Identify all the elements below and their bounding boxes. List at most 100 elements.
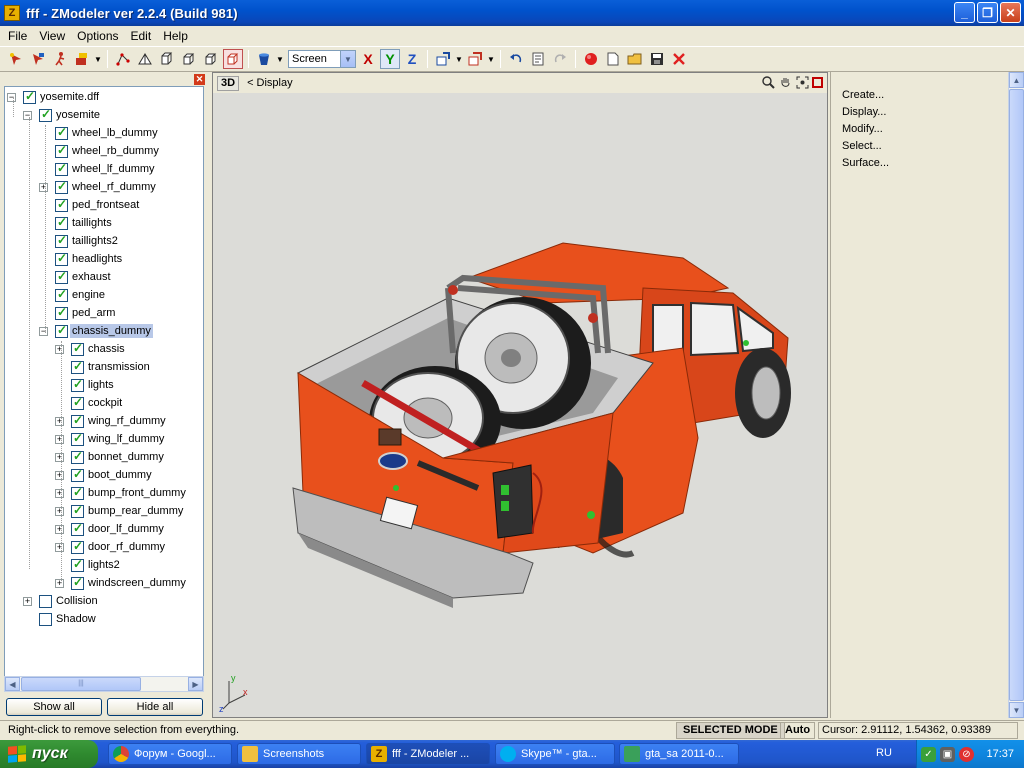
expand-icon[interactable]: + <box>55 453 64 462</box>
menu-help[interactable]: Help <box>157 29 194 43</box>
visibility-checkbox[interactable] <box>55 233 68 248</box>
hide-all-button[interactable]: Hide all <box>107 698 203 716</box>
task-chrome[interactable]: Форум - Googl... <box>108 743 232 765</box>
visibility-checkbox[interactable] <box>55 125 68 140</box>
axis-x-toggle[interactable]: X <box>358 49 378 69</box>
visibility-checkbox[interactable] <box>23 89 36 104</box>
scroll-right-icon[interactable]: ▶ <box>188 677 203 691</box>
export-icon[interactable] <box>465 49 485 69</box>
tree-node[interactable]: + bump_rear_dummy <box>5 503 203 521</box>
open-folder-icon[interactable] <box>625 49 645 69</box>
tree-node[interactable]: + door_lf_dummy <box>5 521 203 539</box>
menu-edit[interactable]: Edit <box>125 29 158 43</box>
chevron-down-icon[interactable]: ▼ <box>455 49 463 69</box>
tree-node[interactable]: wheel_lb_dummy <box>5 125 203 143</box>
visibility-checkbox[interactable] <box>71 395 84 410</box>
visibility-checkbox[interactable] <box>55 323 68 338</box>
visibility-checkbox[interactable] <box>71 341 84 356</box>
cmd-display[interactable]: Display... <box>842 106 886 118</box>
visibility-checkbox[interactable] <box>55 287 68 302</box>
tree-node[interactable]: + wing_rf_dummy <box>5 413 203 431</box>
pan-hand-icon[interactable] <box>778 75 793 90</box>
cmd-modify[interactable]: Modify... <box>842 123 883 135</box>
expand-icon[interactable]: + <box>55 579 64 588</box>
scroll-left-icon[interactable]: ◀ <box>5 677 20 691</box>
import-icon[interactable] <box>433 49 453 69</box>
scrollbar-thumb[interactable] <box>1009 89 1024 701</box>
tree-node[interactable]: + wheel_rf_dummy <box>5 179 203 197</box>
expand-icon[interactable]: + <box>55 435 64 444</box>
start-button[interactable]: пуск <box>0 740 98 768</box>
visibility-checkbox[interactable] <box>55 251 68 266</box>
new-file-icon[interactable] <box>603 49 623 69</box>
visibility-checkbox[interactable] <box>55 143 68 158</box>
task-gta-image[interactable]: gta_sa 2011-0... <box>619 743 739 765</box>
expand-icon[interactable]: + <box>23 597 32 606</box>
visibility-checkbox[interactable] <box>39 107 52 122</box>
maximize-button[interactable]: ❐ <box>977 2 998 23</box>
cmd-surface[interactable]: Surface... <box>842 157 889 169</box>
collapse-icon[interactable]: − <box>39 327 48 336</box>
paint-icon[interactable] <box>72 49 92 69</box>
visibility-checkbox[interactable] <box>71 449 84 464</box>
tree-node[interactable]: lights2 <box>5 557 203 575</box>
visibility-checkbox[interactable] <box>71 377 84 392</box>
coord-system-select[interactable]: Screen ▼ <box>288 50 356 68</box>
tree-node[interactable]: engine <box>5 287 203 305</box>
language-indicator[interactable]: RU <box>876 747 892 759</box>
antivirus-icon[interactable]: ✓ <box>921 746 936 762</box>
visibility-checkbox[interactable] <box>71 431 84 446</box>
tree-node[interactable]: + windscreen_dummy <box>5 575 203 593</box>
show-all-button[interactable]: Show all <box>6 698 102 716</box>
chevron-down-icon[interactable]: ▼ <box>340 51 355 67</box>
visibility-checkbox[interactable] <box>71 503 84 518</box>
expand-icon[interactable]: + <box>55 417 64 426</box>
select-face-icon[interactable] <box>28 49 48 69</box>
chevron-down-icon[interactable]: ▼ <box>487 49 495 69</box>
object-mode-icon[interactable] <box>157 49 177 69</box>
maximize-viewport-icon[interactable] <box>812 77 823 88</box>
selected-mode-indicator[interactable]: SELECTED MODE <box>676 722 785 739</box>
visibility-checkbox[interactable] <box>71 485 84 500</box>
tree-node[interactable]: + wing_lf_dummy <box>5 431 203 449</box>
menu-options[interactable]: Options <box>71 29 124 43</box>
collapse-icon[interactable]: − <box>7 93 16 102</box>
menu-file[interactable]: File <box>2 29 33 43</box>
vertex-mode-icon[interactable] <box>113 49 133 69</box>
scroll-down-icon[interactable]: ▼ <box>1009 702 1024 718</box>
visibility-checkbox[interactable] <box>71 575 84 590</box>
expand-icon[interactable]: + <box>55 489 64 498</box>
visibility-checkbox[interactable] <box>55 215 68 230</box>
visibility-checkbox[interactable] <box>55 269 68 284</box>
viewport-3d[interactable]: 3D < Display y x z <box>212 72 828 718</box>
close-icon[interactable]: ✕ <box>194 74 205 85</box>
visibility-checkbox[interactable] <box>55 197 68 212</box>
expand-icon[interactable]: + <box>55 507 64 516</box>
notes-icon[interactable] <box>528 49 548 69</box>
viewport-mode-label[interactable]: 3D <box>217 75 240 91</box>
tree-node[interactable]: taillights2 <box>5 233 203 251</box>
visibility-checkbox[interactable] <box>39 595 52 608</box>
select-vertex-icon[interactable] <box>6 49 26 69</box>
scrollbar-thumb[interactable]: ||| <box>21 677 141 691</box>
menu-view[interactable]: View <box>33 29 71 43</box>
delete-icon[interactable] <box>669 49 689 69</box>
auto-indicator[interactable]: Auto <box>780 722 816 739</box>
tree-node[interactable]: lights <box>5 377 203 395</box>
axis-y-toggle[interactable]: Y <box>380 49 400 69</box>
tree-node[interactable]: exhaust <box>5 269 203 287</box>
zoom-extents-icon[interactable] <box>795 75 810 90</box>
tree-node[interactable]: wheel_lf_dummy <box>5 161 203 179</box>
tree-node[interactable]: Shadow <box>5 611 203 629</box>
save-icon[interactable] <box>647 49 667 69</box>
task-zmodeler[interactable]: Z fff - ZModeler ... <box>366 743 490 765</box>
cmd-create[interactable]: Create... <box>842 89 884 101</box>
record-icon[interactable] <box>581 49 601 69</box>
visibility-checkbox[interactable] <box>71 521 84 536</box>
tree-node[interactable]: headlights <box>5 251 203 269</box>
walk-icon[interactable] <box>50 49 70 69</box>
cube-mode-icon[interactable] <box>201 49 221 69</box>
tree-node[interactable]: − chassis_dummy <box>5 323 203 341</box>
task-screenshots[interactable]: Screenshots <box>237 743 361 765</box>
display-menu[interactable]: < Display <box>247 77 293 89</box>
